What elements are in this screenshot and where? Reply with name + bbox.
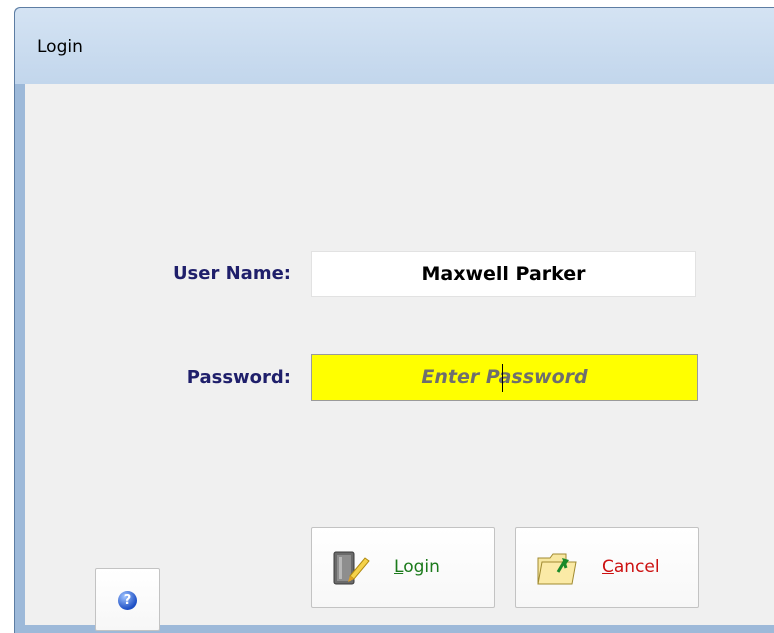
window-title: Login (37, 37, 83, 57)
password-label: Password: (186, 367, 291, 388)
username-label: User Name: (172, 263, 291, 284)
title-bar[interactable]: Login (15, 8, 774, 84)
help-icon: ? (118, 591, 137, 610)
login-window: Login User Name: Maxwell Parker Password… (14, 7, 774, 633)
login-button[interactable]: Login (311, 527, 495, 608)
login-key-icon (332, 550, 372, 590)
password-field[interactable]: Enter Password (311, 354, 698, 401)
password-placeholder: Enter Password (421, 366, 588, 388)
text-cursor (502, 364, 503, 392)
cancel-folder-icon (536, 550, 580, 590)
cancel-button[interactable]: Cancel (515, 527, 699, 608)
username-field[interactable]: Maxwell Parker (311, 251, 696, 297)
help-button[interactable]: ? (95, 568, 160, 631)
login-button-label: Login (394, 557, 440, 577)
login-dialog-body: User Name: Maxwell Parker Password: Ente… (25, 84, 774, 631)
cancel-button-label: Cancel (602, 557, 660, 577)
